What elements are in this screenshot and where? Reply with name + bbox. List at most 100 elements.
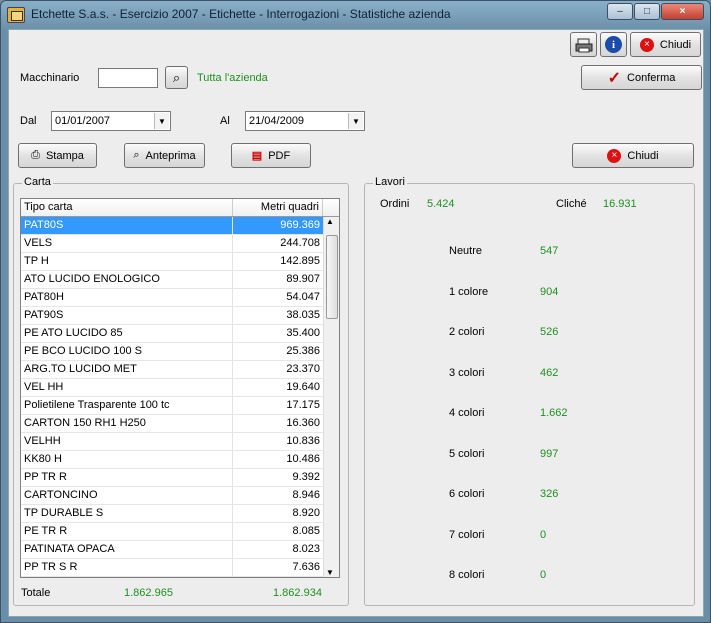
square-meters-cell: 17.175 — [286, 399, 320, 411]
binoculars-icon: ⌕ — [172, 69, 181, 85]
bottom-close-button[interactable]: × Chiudi — [572, 143, 694, 168]
column-header-type[interactable]: Tipo carta — [21, 199, 233, 216]
paper-type-cell: VELS — [21, 235, 233, 252]
preview-label: Anteprima — [145, 149, 196, 162]
color-count-value: 0 — [540, 569, 547, 581]
square-meters-cell: 38.035 — [286, 309, 320, 321]
paper-type-cell: ARG.TO LUCIDO MET — [21, 361, 233, 378]
machine-input[interactable] — [98, 68, 158, 88]
chevron-down-icon[interactable]: ▼ — [154, 113, 169, 129]
application-icon — [7, 7, 25, 23]
square-meters-cell: 23.370 — [286, 363, 320, 375]
color-count-value: 526 — [540, 326, 559, 338]
color-count-value: 462 — [540, 366, 559, 379]
total-label: Totale — [21, 587, 51, 599]
square-meters-cell: 7.636 — [292, 561, 320, 573]
square-meters-cell: 16.360 — [286, 417, 320, 429]
table-row[interactable]: PE BCO LUCIDO 100 S 25.386 — [21, 343, 339, 361]
table-row[interactable]: CARTON 150 RH1 H250 16.360 — [21, 415, 339, 433]
scroll-down-icon[interactable]: ▼ — [326, 568, 334, 577]
paper-type-cell: PE ATO LUCIDO 85 — [21, 325, 233, 342]
color-count-value: 547 — [540, 245, 559, 257]
table-row[interactable]: KK80 H 10.486 — [21, 451, 339, 469]
table-row[interactable]: PP TR S R 7.636 — [21, 559, 339, 577]
table-row[interactable]: PAT80H 54.047 — [21, 289, 339, 307]
square-meters-cell: 19.640 — [286, 381, 320, 393]
table-row[interactable]: VELHH 10.836 — [21, 433, 339, 451]
table-row[interactable]: PE TR R 8.085 — [21, 523, 339, 541]
top-close-label: Chiudi — [659, 38, 692, 51]
color-count-label: 5 colori — [449, 447, 485, 460]
vertical-scrollbar[interactable]: ▲ ▼ — [323, 217, 339, 577]
color-count-label: 8 colori — [449, 569, 485, 581]
chevron-down-icon[interactable]: ▼ — [348, 113, 363, 129]
confirm-button[interactable]: ✓ Conferma — [581, 65, 702, 90]
color-count-label: 4 colori — [449, 407, 485, 419]
to-date-picker[interactable]: 21/04/2009 ▼ — [245, 111, 365, 131]
table-header: Tipo carta Metri quadri — [21, 199, 339, 217]
printer-icon-button[interactable] — [570, 32, 597, 57]
to-date-value: 21/04/2009 — [249, 115, 305, 127]
table-row[interactable]: PAT90S 38.035 — [21, 307, 339, 325]
square-meters-cell: 89.907 — [286, 273, 320, 285]
pdf-button[interactable]: ▤ PDF — [231, 143, 311, 168]
square-meters-cell: 142.895 — [280, 255, 320, 267]
table-row[interactable]: CARTONCINO 8.946 — [21, 487, 339, 505]
confirm-label: Conferma — [627, 71, 676, 84]
paper-type-cell: CARTONCINO — [21, 487, 233, 504]
paper-type-cell: PAT80S — [21, 217, 233, 234]
color-count-label: 2 colori — [449, 326, 485, 338]
info-button[interactable]: i — [600, 32, 627, 57]
paper-type-cell: PP TR S R — [21, 559, 233, 576]
paper-type-cell: VEL HH — [21, 379, 233, 396]
from-date-picker[interactable]: 01/01/2007 ▼ — [51, 111, 171, 131]
table-row[interactable]: VEL HH 19.640 — [21, 379, 339, 397]
table-row[interactable]: PATINATA OPACA 8.023 — [21, 541, 339, 559]
from-label: Dal — [20, 115, 37, 127]
table-body: PAT80S 969.369 VELS 244.708 TP H 142.895 ATO L… — [21, 217, 339, 577]
printer-icon: ⎙ — [31, 149, 40, 161]
print-label: Stampa — [45, 149, 84, 162]
scroll-thumb[interactable] — [326, 235, 338, 319]
square-meters-cell: 8.946 — [292, 489, 320, 501]
scroll-up-icon[interactable]: ▲ — [326, 217, 334, 226]
print-button[interactable]: ⎙ Stampa — [18, 143, 97, 168]
carta-table[interactable]: Tipo carta Metri quadri PAT80S 969.369 VEL… — [20, 198, 340, 578]
binoculars-search-button[interactable]: ⌕ — [165, 66, 188, 89]
window-close-button[interactable]: × — [661, 3, 704, 20]
color-count-label: 6 colori — [449, 488, 485, 500]
table-row[interactable]: Polietilene Trasparente 100 tc 17.175 — [21, 397, 339, 415]
orders-label: Ordini — [380, 198, 410, 210]
table-row[interactable]: ATO LUCIDO ENOLOGICO 89.907 — [21, 271, 339, 289]
square-meters-cell: 54.047 — [286, 291, 320, 303]
color-count-label: 1 colore — [449, 285, 489, 298]
table-row[interactable]: PAT80S 969.369 — [21, 217, 339, 235]
preview-button[interactable]: ⌕ Anteprima — [124, 143, 205, 168]
color-count-value: 326 — [540, 488, 559, 500]
maximize-button[interactable]: □ — [634, 3, 660, 20]
table-row[interactable]: TP DURABLE S 8.920 — [21, 505, 339, 523]
table-row[interactable]: ARG.TO LUCIDO MET 23.370 — [21, 361, 339, 379]
lavori-group-label: Lavori — [373, 176, 407, 188]
table-row[interactable]: PE ATO LUCIDO 85 35.400 — [21, 325, 339, 343]
window-title: Etchette S.a.s. - Esercizio 2007 - Etich… — [31, 7, 451, 21]
paper-type-cell: VELHH — [21, 433, 233, 450]
carta-group-label: Carta — [22, 176, 53, 188]
minimize-button[interactable]: – — [607, 3, 633, 20]
cliche-value: 16.931 — [603, 198, 637, 210]
square-meters-cell: 244.708 — [280, 237, 320, 249]
top-close-button[interactable]: × Chiudi — [630, 32, 701, 57]
table-row[interactable]: VELS 244.708 — [21, 235, 339, 253]
square-meters-cell: 8.920 — [292, 507, 320, 519]
cliche-label: Cliché — [556, 198, 587, 210]
all-company-label: Tutta l'azienda — [197, 72, 268, 84]
paper-type-cell: TP DURABLE S — [21, 505, 233, 522]
column-header-meters[interactable]: Metri quadri — [233, 199, 323, 216]
lavori-group: Lavori — [364, 176, 695, 606]
checkmark-icon: ✓ — [607, 69, 622, 87]
from-date-value: 01/01/2007 — [55, 115, 111, 127]
table-row[interactable]: TP H 142.895 — [21, 253, 339, 271]
total-value-2: 1.862.934 — [273, 587, 322, 599]
table-row[interactable]: PP TR R 9.392 — [21, 469, 339, 487]
total-value-1: 1.862.965 — [124, 587, 173, 599]
